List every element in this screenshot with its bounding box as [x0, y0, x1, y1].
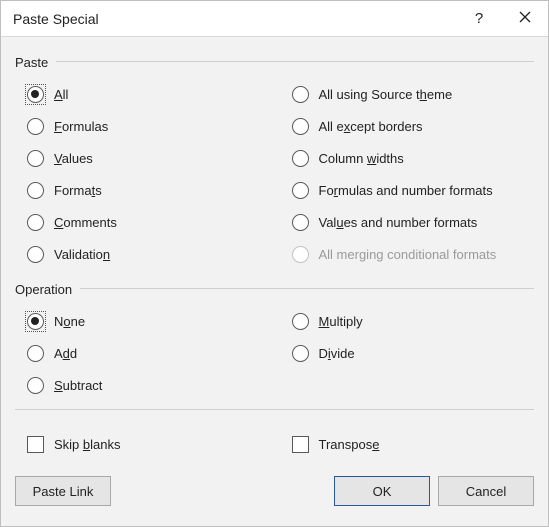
operation-option-radio[interactable]: Subtract [15, 369, 270, 401]
paste-special-dialog: Paste Special ? Paste All Formulas Values F… [0, 0, 549, 527]
close-button[interactable] [502, 1, 548, 37]
transpose-checkbox[interactable]: Transpose [280, 428, 535, 460]
radio-icon [292, 214, 309, 231]
checkbox-icon [292, 436, 309, 453]
operation-options: None Add Subtract Multiply Divide [15, 305, 534, 401]
paste-option-label: Comments [54, 215, 117, 230]
cancel-button[interactable]: Cancel [438, 476, 534, 506]
operation-option-radio[interactable]: Divide [280, 337, 535, 369]
radio-icon [292, 313, 309, 330]
divider [80, 288, 534, 289]
paste-options: All Formulas Values Formats Comments Validati… [15, 78, 534, 270]
radio-icon [27, 118, 44, 135]
checkbox-icon [27, 436, 44, 453]
operation-option-label: None [54, 314, 85, 329]
paste-option-radio[interactable]: All using Source theme [280, 78, 535, 110]
help-icon: ? [475, 10, 483, 27]
paste-option-radio[interactable]: Formulas [15, 110, 270, 142]
paste-option-radio[interactable]: Validation [15, 238, 270, 270]
radio-icon [292, 246, 309, 263]
paste-option-radio: All merging conditional formats [280, 238, 535, 270]
paste-link-button[interactable]: Paste Link [15, 476, 111, 506]
dialog-body: Paste All Formulas Values Formats Comments Va… [1, 37, 548, 526]
button-row: Paste Link OK Cancel [15, 476, 534, 506]
operation-option-label: Multiply [319, 314, 363, 329]
titlebar: Paste Special ? [1, 1, 548, 37]
paste-option-label: Values [54, 151, 93, 166]
paste-option-radio[interactable]: All except borders [280, 110, 535, 142]
paste-option-label: Column widths [319, 151, 404, 166]
ok-label: OK [373, 484, 392, 499]
help-button[interactable]: ? [456, 1, 502, 37]
radio-icon [27, 182, 44, 199]
radio-icon [27, 214, 44, 231]
operation-option-radio[interactable]: Multiply [280, 305, 535, 337]
cancel-label: Cancel [466, 484, 506, 499]
divider [56, 61, 534, 62]
radio-icon [27, 150, 44, 167]
paste-option-label: All merging conditional formats [319, 247, 497, 262]
paste-group-label: Paste [15, 55, 48, 70]
paste-option-radio[interactable]: Formats [15, 174, 270, 206]
radio-icon [27, 377, 44, 394]
operation-option-label: Subtract [54, 378, 102, 393]
paste-link-label: Paste Link [33, 484, 94, 499]
paste-option-label: All [54, 87, 68, 102]
paste-option-radio[interactable]: All [15, 78, 270, 110]
paste-option-label: Validation [54, 247, 110, 262]
radio-icon [292, 118, 309, 135]
radio-icon [27, 345, 44, 362]
radio-icon [292, 150, 309, 167]
radio-icon [292, 86, 309, 103]
paste-option-label: All except borders [319, 119, 423, 134]
paste-option-radio[interactable]: Column widths [280, 142, 535, 174]
paste-option-label: Formats [54, 183, 102, 198]
radio-icon [292, 345, 309, 362]
skip-blanks-label: Skip blanks [54, 437, 121, 452]
transpose-label: Transpose [319, 437, 380, 452]
paste-option-radio[interactable]: Values [15, 142, 270, 174]
radio-icon [27, 246, 44, 263]
operation-option-radio[interactable]: Add [15, 337, 270, 369]
paste-option-label: Values and number formats [319, 215, 478, 230]
close-icon [519, 10, 531, 27]
paste-option-radio[interactable]: Values and number formats [280, 206, 535, 238]
paste-option-radio[interactable]: Formulas and number formats [280, 174, 535, 206]
operation-group-label: Operation [15, 282, 72, 297]
radio-icon [27, 86, 44, 103]
operation-option-label: Divide [319, 346, 355, 361]
skip-blanks-checkbox[interactable]: Skip blanks [15, 428, 270, 460]
paste-option-label: All using Source theme [319, 87, 453, 102]
ok-button[interactable]: OK [334, 476, 430, 506]
operation-option-label: Add [54, 346, 77, 361]
dialog-title: Paste Special [13, 11, 456, 27]
radio-icon [292, 182, 309, 199]
paste-option-radio[interactable]: Comments [15, 206, 270, 238]
radio-icon [27, 313, 44, 330]
checkbox-row: Skip blanks Transpose [15, 428, 534, 460]
paste-option-label: Formulas and number formats [319, 183, 493, 198]
paste-option-label: Formulas [54, 119, 108, 134]
divider [15, 409, 534, 410]
operation-option-radio[interactable]: None [15, 305, 270, 337]
